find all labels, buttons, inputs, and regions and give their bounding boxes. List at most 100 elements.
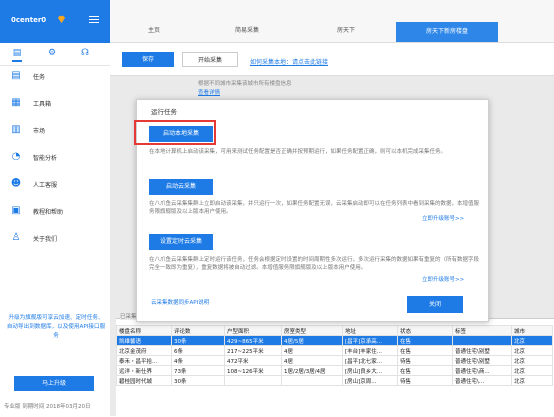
table-cell: 泰禾・昌平拾...: [116, 355, 172, 366]
table-cell: 普通住宅\别墅: [452, 355, 512, 366]
vip-icon: [57, 15, 66, 24]
column-header[interactable]: 标签: [452, 325, 512, 336]
table-cell: 在售: [397, 365, 453, 376]
column-header[interactable]: 评论数: [171, 325, 225, 336]
upgrade-account-link[interactable]: 立即升级账号>>: [422, 275, 464, 283]
table-row[interactable]: 北京金茂府 6条 217~225平米 4居 [丰台]丰家住... 在售 普通住宅…: [116, 345, 553, 356]
column-header[interactable]: 地址: [342, 325, 398, 336]
column-header[interactable]: 房室类型: [281, 325, 343, 336]
tab-simple-collect[interactable]: 简易采集: [198, 20, 296, 42]
start-cloud-collect-button[interactable]: 启动云采集: [149, 179, 213, 195]
table-cell: 在售: [397, 345, 453, 356]
sidebar-item-task[interactable]: ▤ 任务: [0, 68, 110, 84]
sidebar-item-label: 智能分析: [33, 155, 58, 162]
view-detail-link[interactable]: 查看详情: [198, 88, 220, 96]
table-cell: 远洋・新仕界: [116, 365, 172, 376]
username[interactable]: 0center0: [11, 16, 46, 24]
table-cell: 4居: [281, 355, 343, 366]
table-cell: 在售: [397, 335, 453, 346]
table-cell: 30条: [171, 375, 225, 386]
dialog-title: 运行任务: [151, 108, 177, 116]
sidebar-item-support[interactable]: ☻ 人工客服: [0, 176, 110, 192]
table-cell: 30条: [171, 335, 225, 346]
column-header[interactable]: 状态: [397, 325, 453, 336]
upgrade-account-link[interactable]: 立即升级账号>>: [422, 214, 464, 222]
table-cell: 4居: [281, 345, 343, 356]
cloud-api-link[interactable]: 云采集数据同步API说明: [151, 298, 209, 306]
table-cell: [房山]良乡大...: [342, 365, 398, 376]
task-notice: 根据不同城市采集该城市所有楼盘信息: [198, 81, 292, 87]
help-link[interactable]: 如何采集本地：请点击此链接: [250, 57, 328, 66]
table-cell: 108~126平米: [224, 365, 282, 376]
license-footer: 专业版 到期时间 2018年03月20日: [4, 404, 91, 410]
sidebar: 0center0 ▤ ⚙ ☊ ▤ 任务 ▦ 工具箱 ▥ 市场 ◔ 智能分析 ☻ …: [0, 0, 111, 416]
close-button[interactable]: 关闭: [407, 296, 463, 313]
sidebar-header: 0center0: [0, 0, 110, 43]
sidebar-item-about[interactable]: ♙ 关于我们: [0, 230, 110, 246]
market-icon: ▥: [11, 124, 21, 135]
table-cell: 北京金茂府: [116, 345, 172, 356]
grid-caption: 已采集: [120, 312, 137, 320]
table-row[interactable]: 远洋・新仕界 73条 108~126平米 1居/2居/3居/4居 [房山]良乡大…: [116, 365, 553, 376]
table-cell: 待售: [397, 375, 453, 386]
schedule-collect-description: 在八爪鱼云采集集群上定时运行该任务，任务会根据定时设置的时间周期性多次运行，多次…: [149, 257, 480, 271]
table-cell: 待售: [397, 355, 453, 366]
table-cell: 217~225平米: [224, 345, 282, 356]
analysis-icon: ◔: [11, 151, 21, 162]
table-cell: 4条: [171, 355, 225, 366]
table-cell: [昌平]京承高...: [342, 335, 398, 346]
table-cell: 北京: [511, 335, 553, 346]
sidebar-item-analysis[interactable]: ◔ 智能分析: [0, 149, 110, 165]
toolbar: 保存 开始采集 如何采集本地：请点击此链接: [110, 43, 554, 76]
table-cell: 普通住宅\...: [452, 375, 512, 386]
menu-icon[interactable]: [89, 16, 99, 24]
table-cell: [224, 375, 282, 386]
sidebar-item-help[interactable]: ▣ 教程和帮助: [0, 203, 110, 219]
sidebar-item-label: 教程和帮助: [33, 209, 64, 216]
table-cell: 普通住宅\别墅: [452, 345, 512, 356]
table-row[interactable]: 凯维馨语 30条 429~865平米 4居/5居 [昌平]京承高... 在售 北…: [116, 335, 553, 346]
sidebar-item-market[interactable]: ▥ 市场: [0, 122, 110, 138]
table-cell: [房山]京周...: [342, 375, 398, 386]
column-header[interactable]: 户型面积: [224, 325, 282, 336]
sidebar-item-label: 关于我们: [33, 236, 58, 243]
column-header[interactable]: 城市: [511, 325, 553, 336]
upgrade-promo: 升级为旗舰版可享云加速、定时任务、自动导出到数据库，以及使用API接口服务: [6, 315, 106, 339]
table-cell: 北京: [511, 375, 553, 386]
upgrade-button[interactable]: 马上升级: [14, 376, 94, 391]
tab-bar: 主页 简易采集 房天下 房天下新房楼盘: [110, 0, 554, 43]
sidebar-tabs: ▤ ⚙ ☊: [0, 43, 110, 66]
table-cell: 凯维馨语: [116, 335, 172, 346]
table-cell: 6条: [171, 345, 225, 356]
save-button[interactable]: 保存: [122, 52, 174, 67]
table-cell: 北京: [511, 355, 553, 366]
tab-fang-newhouse[interactable]: 房天下新房楼盘: [396, 22, 498, 42]
tab-fang[interactable]: 房天下: [296, 20, 396, 42]
about-icon: ♙: [11, 232, 21, 243]
table-cell: 普通住宅\商...: [452, 365, 512, 376]
table-header-row: 楼盘名称 评论数 户型面积 房室类型 地址 状态 标签 城市: [116, 325, 553, 336]
clipboard-icon[interactable]: ▤: [12, 48, 22, 62]
toolbox-icon: ▦: [11, 97, 21, 108]
data-table: 楼盘名称 评论数 户型面积 房室类型 地址 状态 标签 城市 凯维馨语 30条 …: [116, 325, 553, 386]
sidebar-item-toolbox[interactable]: ▦ 工具箱: [0, 95, 110, 111]
table-cell: 碧桂园时代城: [116, 375, 172, 386]
table-row[interactable]: 泰禾・昌平拾... 4条 472平米 4居 [昌平]北七家... 待售 普通住宅…: [116, 355, 553, 366]
sidebar-item-label: 任务: [33, 74, 46, 81]
tab-home[interactable]: 主页: [110, 20, 198, 42]
table-cell: [丰台]丰家住...: [342, 345, 398, 356]
table-cell: [281, 375, 343, 386]
help-icon: ▣: [11, 205, 21, 216]
column-header[interactable]: 楼盘名称: [116, 325, 172, 336]
headset-icon[interactable]: ☊: [80, 48, 90, 58]
sidebar-item-label: 人工客服: [33, 182, 58, 189]
settings-icon[interactable]: ⚙: [47, 48, 57, 58]
table-cell: 472平米: [224, 355, 282, 366]
table-cell: 北京: [511, 345, 553, 356]
table-cell: [昌平]北七家...: [342, 355, 398, 366]
table-row[interactable]: 碧桂园时代城 30条 [房山]京周... 待售 普通住宅\... 北京: [116, 375, 553, 386]
sidebar-item-label: 工具箱: [33, 101, 52, 108]
schedule-cloud-collect-button[interactable]: 设置定时云采集: [149, 234, 213, 250]
start-collect-button[interactable]: 开始采集: [182, 52, 238, 67]
table-cell: 1居/2居/3居/4居: [281, 365, 343, 376]
